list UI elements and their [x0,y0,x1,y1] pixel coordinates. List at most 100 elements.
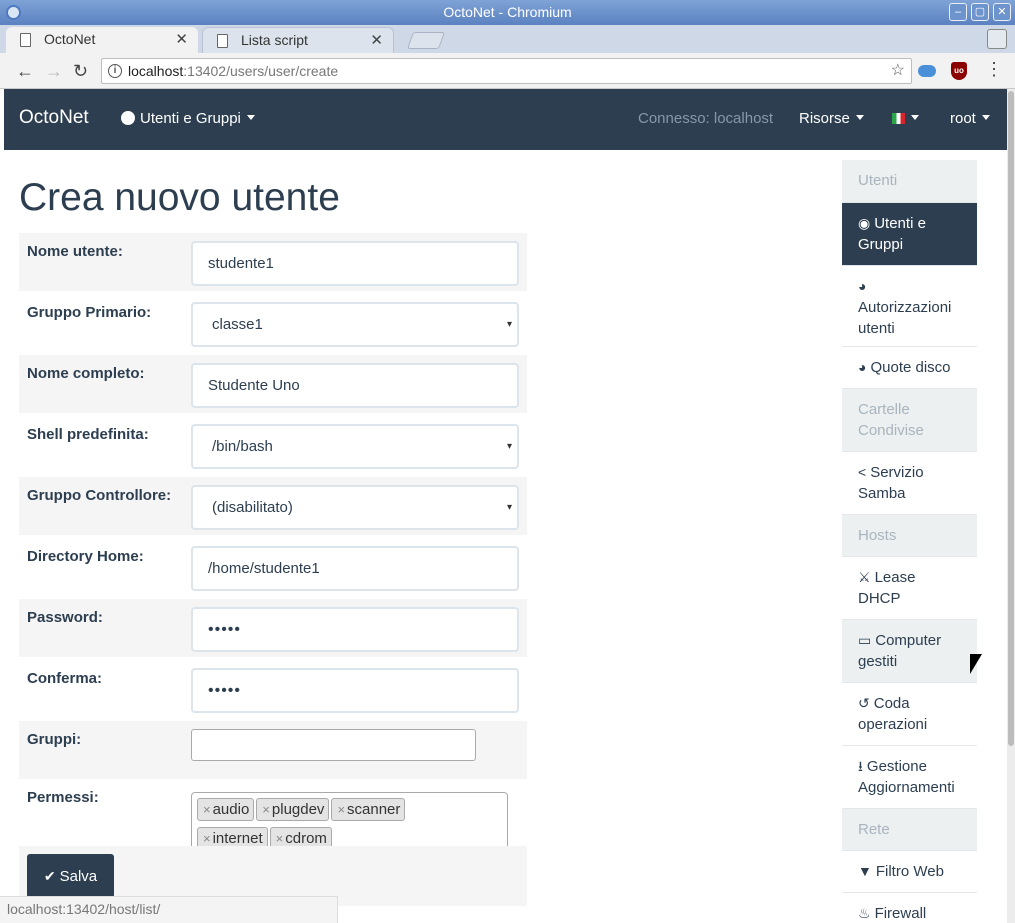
address-bar[interactable]: i localhost:13402/users/user/create ☆ [101,58,912,84]
permission-tag: × audio [197,798,255,821]
sidebar-item-label: Firewall [874,905,927,922]
sidebar-header-rete: Rete [842,809,977,851]
sidebar-item-coda-operazioni[interactable]: ↺ Coda operazioni [842,683,977,746]
save-button[interactable]: ✔ Salva [27,854,114,898]
page-title: Crea nuovo utente [19,176,340,219]
controller-group-label: Gruppo Controllore: [27,487,172,504]
groups-input[interactable] [191,729,476,761]
form-row-controller-group: Gruppo Controllore: (disabilitato) ▾ [19,477,527,535]
sidebar-item-label: Hosts [858,527,897,544]
permission-tag-label: audio [212,801,250,818]
sidebar: Utenti ◉ Utenti e Gruppi ◕ Autorizzazioni ut… [842,160,977,923]
sidebar-item-filtro-web[interactable]: ▼ Filtro Web [842,851,977,893]
sidebar-item-quote-disco[interactable]: ◕ Quote disco [842,347,977,389]
permission-tag-label: cdrom [285,830,327,847]
cloud-extension-icon[interactable] [918,65,936,77]
caret-down-icon [246,115,255,120]
sidebar-item-label: Quote disco [870,359,951,376]
form-row-primary-group: Gruppo Primario: classe1 ▾ [19,294,527,352]
browser-menu-icon[interactable]: ⋮ [985,59,1003,80]
info-icon[interactable]: i [108,64,122,78]
remove-tag-icon[interactable]: × [203,831,211,846]
resources-menu[interactable]: Risorse [799,110,864,127]
minimize-button[interactable]: – [949,3,967,21]
form-row-password: Password: ••••• [19,599,527,657]
pie-chart-icon: ◕ [858,359,867,375]
pie-chart-icon: ◕ [858,278,867,294]
home-dir-label: Directory Home: [27,548,144,565]
sidebar-item-computer-gestiti[interactable]: ▭ Computer gestiti [842,620,977,683]
permissions-tag-input[interactable]: × audio × plugdev × scanner × internet × cdrom [191,792,508,852]
home-dir-input[interactable]: /home/studente1 [191,546,519,591]
maximize-button[interactable]: ▢ [971,3,989,21]
password-input[interactable]: ••••• [191,607,519,652]
tab-close-icon[interactable]: ✕ [175,27,188,52]
new-tab-button[interactable] [406,32,446,49]
remove-tag-icon[interactable]: × [337,802,345,817]
brand-link[interactable]: OctoNet [19,107,89,129]
tab-lista-script[interactable]: Lista script ✕ [202,27,394,53]
caret-down-icon [981,115,990,120]
users-menu[interactable]: Utenti e Gruppi [121,110,255,127]
controller-group-select[interactable]: (disabilitato) ▾ [191,485,519,530]
italian-flag-icon [892,113,905,124]
reload-icon[interactable]: ↻ [73,61,88,81]
history-icon: ↺ [858,695,870,711]
tab-octonet[interactable]: OctoNet ✕ [6,27,198,53]
profile-icon[interactable] [987,29,1007,49]
groups-label: Gruppi: [27,731,82,748]
password-label: Password: [27,609,103,626]
language-menu[interactable] [892,110,919,127]
sidebar-item-label: Filtro Web [875,863,944,880]
permission-tag-label: scanner [347,801,401,818]
sidebar-item-gestione-aggiornamenti[interactable]: ⭳ Gestione Aggiornamenti [842,746,977,809]
confirm-password-input[interactable]: ••••• [191,668,519,713]
handshake-icon: ⚔ [858,569,871,585]
app-navbar: OctoNet Utenti e Gruppi Connesso: localh… [4,89,1007,150]
select-arrow-icon: ▾ [506,502,512,513]
select-arrow-icon: ▾ [506,319,512,330]
users-menu-label: Utenti e Gruppi [140,110,241,127]
full-name-label: Nome completo: [27,365,145,382]
confirm-label: Conferma: [27,670,103,687]
page-icon [217,34,228,48]
chromium-icon [6,5,21,20]
tab-strip: OctoNet ✕ Lista script ✕ [0,25,1015,53]
scrollbar-thumb[interactable] [1008,91,1014,746]
url-path: :13402/users/user/create [183,63,339,79]
username-input[interactable]: studente1 [191,241,519,286]
connection-status: Connesso: localhost [638,110,774,127]
sidebar-item-servizio-samba[interactable]: < Servizio Samba [842,452,977,515]
share-icon: < [858,464,867,480]
sidebar-item-lease-dhcp[interactable]: ⚔ Lease DHCP [842,557,977,620]
remove-tag-icon[interactable]: × [203,802,211,817]
full-name-input[interactable]: Studente Uno [191,363,519,408]
shell-select[interactable]: /bin/bash ▾ [191,424,519,469]
user-circle-icon: ◉ [858,215,871,231]
sidebar-item-autorizzazioni-utenti[interactable]: ◕ Autorizzazioni utenti [842,266,977,347]
close-window-button[interactable]: ✕ [993,3,1011,21]
ublock-icon[interactable]: uo [951,62,967,80]
remove-tag-icon[interactable]: × [276,831,284,846]
user-menu-label: root [950,110,976,127]
window-titlebar: OctoNet - Chromium – ▢ ✕ [0,0,1015,25]
window-title: OctoNet - Chromium [443,4,572,20]
desktop-icon: ▭ [858,632,872,648]
tab-title: Lista script [241,32,308,48]
sidebar-item-label: Gestione Aggiornamenti [858,758,955,796]
page-scrollbar[interactable] [1007,89,1015,923]
primary-group-label: Gruppo Primario: [27,304,152,321]
page-icon [20,33,31,47]
fire-icon: ♨ [858,905,871,921]
sidebar-item-firewall[interactable]: ♨ Firewall [842,893,977,923]
download-icon: ⭳ [858,758,863,774]
tab-close-icon[interactable]: ✕ [370,28,383,53]
sidebar-item-utenti-e-gruppi[interactable]: ◉ Utenti e Gruppi [842,203,977,266]
permissions-label: Permessi: [27,789,99,806]
bookmark-star-icon[interactable]: ☆ [891,59,905,83]
back-icon[interactable]: ← [16,61,34,81]
forward-icon[interactable]: → [45,61,63,81]
remove-tag-icon[interactable]: × [262,802,270,817]
primary-group-select[interactable]: classe1 ▾ [191,302,519,347]
user-menu[interactable]: root [950,110,990,127]
